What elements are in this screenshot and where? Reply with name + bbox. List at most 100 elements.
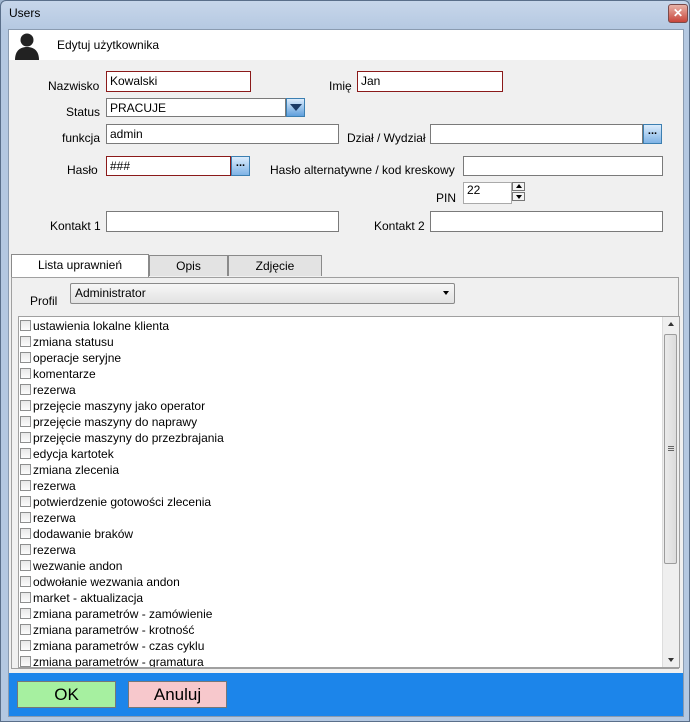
list-item[interactable]: edycja kartotek [20, 446, 114, 462]
permission-checkbox[interactable] [20, 656, 31, 667]
tab-zdjecie[interactable]: Zdjęcie [228, 255, 322, 276]
haslo-label: Hasło [67, 163, 98, 177]
list-item[interactable]: odwołanie wezwania andon [20, 574, 180, 590]
permission-label: wezwanie andon [33, 559, 123, 573]
pin-spin-down[interactable] [512, 192, 525, 201]
close-icon: ✕ [672, 6, 684, 20]
list-item[interactable]: operacje seryjne [20, 350, 121, 366]
permission-label: zmiana statusu [33, 335, 114, 349]
permission-checkbox[interactable] [20, 368, 31, 379]
status-combobox[interactable]: PRACUJE [106, 98, 286, 117]
imie-label: Imię [329, 79, 352, 93]
dzial-field[interactable] [430, 124, 643, 144]
pin-field[interactable]: 22 [463, 182, 512, 204]
permission-checkbox[interactable] [20, 592, 31, 603]
list-item[interactable]: potwierdzenie gotowości zlecenia [20, 494, 211, 510]
ellipsis-icon: ... [235, 157, 246, 169]
grip-icon [668, 450, 674, 451]
scroll-down-icon [668, 658, 674, 662]
permission-checkbox[interactable] [20, 608, 31, 619]
scroll-up-button[interactable] [663, 317, 679, 331]
permission-checkbox[interactable] [20, 576, 31, 587]
profil-select[interactable]: Administrator [70, 283, 455, 304]
permission-checkbox[interactable] [20, 528, 31, 539]
grip-icon [668, 448, 674, 449]
list-item[interactable]: rezerwa [20, 542, 76, 558]
permission-checkbox[interactable] [20, 624, 31, 635]
haslo-browse-button[interactable]: ... [231, 156, 250, 176]
permission-label: rezerwa [33, 543, 76, 557]
permission-label: przejęcie maszyny do naprawy [33, 415, 198, 429]
permission-label: market - aktualizacja [33, 591, 144, 605]
list-item[interactable]: ustawienia lokalne klienta [20, 318, 169, 334]
button-bar: OK Anuluj [9, 673, 683, 716]
list-item[interactable]: rezerwa [20, 478, 76, 494]
list-item[interactable]: wezwanie andon [20, 558, 122, 574]
kontakt1-field[interactable] [106, 211, 339, 232]
scroll-down-button[interactable] [663, 653, 679, 667]
ok-button[interactable]: OK [17, 681, 116, 708]
permission-checkbox[interactable] [20, 384, 31, 395]
permission-checkbox[interactable] [20, 544, 31, 555]
permission-checkbox[interactable] [20, 416, 31, 427]
imie-field[interactable]: Jan [357, 71, 503, 92]
permission-label: zmiana parametrów - krotność [33, 623, 195, 637]
permission-checkbox[interactable] [20, 464, 31, 475]
list-item[interactable]: rezerwa [20, 382, 76, 398]
funkcja-field[interactable]: admin [106, 124, 339, 144]
list-item[interactable]: zmiana parametrów - gramatura [20, 654, 204, 667]
status-label: Status [66, 105, 101, 119]
list-item[interactable]: komentarze [20, 366, 96, 382]
permission-checkbox[interactable] [20, 640, 31, 651]
list-item[interactable]: przejęcie maszyny jako operator [20, 398, 205, 414]
dzial-label: Dział / Wydział [347, 131, 426, 145]
list-item[interactable]: dodawanie braków [20, 526, 133, 542]
list-item[interactable]: zmiana parametrów - czas cyklu [20, 638, 204, 654]
title-bar[interactable]: Users ✕ [1, 1, 689, 27]
list-item[interactable]: zmiana statusu [20, 334, 114, 350]
haslo-field[interactable]: ### [106, 156, 231, 176]
list-item[interactable]: zmiana parametrów - krotność [20, 622, 194, 638]
haslo-alt-label: Hasło alternatywne / kod kreskowy [270, 163, 455, 177]
pin-spin-up[interactable] [512, 182, 525, 191]
funkcja-label: funkcja [62, 131, 101, 145]
list-item[interactable]: market - aktualizacja [20, 590, 143, 606]
user-icon [15, 33, 39, 60]
permission-label: komentarze [33, 367, 96, 381]
spin-up-icon [515, 184, 522, 188]
permission-label: potwierdzenie gotowości zlecenia [33, 495, 212, 509]
profil-label: Profil [30, 294, 58, 308]
permission-label: rezerwa [33, 383, 76, 397]
permission-checkbox[interactable] [20, 480, 31, 491]
list-item[interactable]: przejęcie maszyny do przezbrajania [20, 430, 224, 446]
users-window: Users ✕ Edytuj użytkownika Nazwisko Kowa… [0, 0, 690, 722]
permission-checkbox[interactable] [20, 320, 31, 331]
tab-lista-uprawnien[interactable]: Lista uprawnień [11, 254, 149, 277]
dialog-header: Edytuj użytkownika [9, 30, 683, 60]
list-item[interactable]: zmiana zlecenia [20, 462, 119, 478]
permission-checkbox[interactable] [20, 496, 31, 507]
list-item[interactable]: przejęcie maszyny do naprawy [20, 414, 197, 430]
permission-checkbox[interactable] [20, 560, 31, 571]
list-scrollbar[interactable] [662, 317, 679, 667]
haslo-alt-field[interactable] [463, 156, 663, 176]
dzial-browse-button[interactable]: ... [643, 124, 662, 144]
nazwisko-field[interactable]: Kowalski [106, 71, 251, 92]
list-item[interactable]: zmiana parametrów - zamówienie [20, 606, 212, 622]
permission-checkbox[interactable] [20, 336, 31, 347]
permission-checkbox[interactable] [20, 448, 31, 459]
cancel-button[interactable]: Anuluj [128, 681, 227, 708]
tab-opis[interactable]: Opis [149, 255, 228, 276]
permission-checkbox[interactable] [20, 512, 31, 523]
status-dropdown-button[interactable] [286, 98, 305, 117]
permission-checkbox[interactable] [20, 400, 31, 411]
list-item[interactable]: rezerwa [20, 510, 76, 526]
close-button[interactable]: ✕ [668, 4, 688, 23]
permission-checkbox[interactable] [20, 432, 31, 443]
scroll-thumb[interactable] [664, 334, 677, 564]
permission-label: rezerwa [33, 479, 76, 493]
permission-checkbox[interactable] [20, 352, 31, 363]
kontakt2-field[interactable] [430, 211, 663, 232]
dialog-heading: Edytuj użytkownika [57, 38, 160, 52]
kontakt2-label: Kontakt 2 [374, 219, 425, 233]
